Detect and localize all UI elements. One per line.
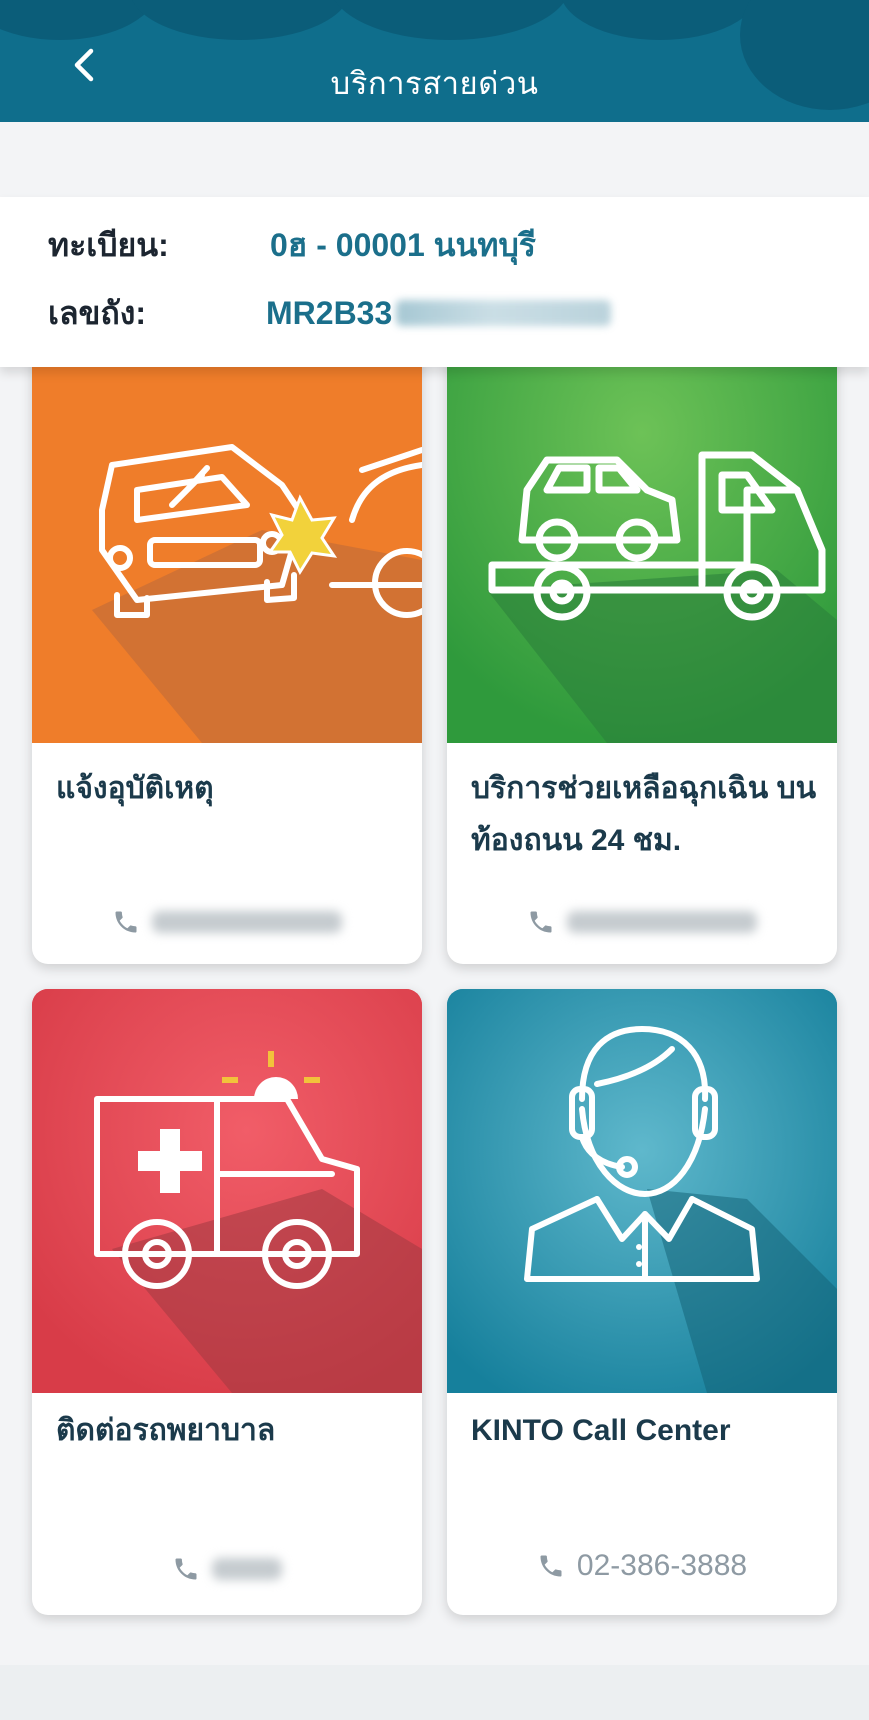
call-center-illustration [447,989,837,1393]
header-cloud-decoration [560,0,760,40]
vin-label: เลขถัง: [48,294,147,331]
vin-redacted [396,300,612,326]
plate-row: ทะเบียน: 0ฮ - 00001 นนทบุรี [48,223,536,267]
redacted-phone-number [152,911,342,933]
service-phone[interactable] [32,908,422,936]
service-title: แจ้งอุบัติเหตุ [56,772,214,805]
redacted-phone-number [212,1558,282,1580]
vin-value: MR2B33 [266,294,393,331]
page-title: บริการสายด่วน [330,66,539,101]
header-cloud-decoration [130,0,350,40]
phone-icon [527,908,555,936]
bottom-area [0,1665,869,1720]
phone-icon [537,1552,565,1580]
header-cloud-decoration [330,0,570,40]
vin-row: เลขถัง: MR2B33 [48,291,612,335]
ambulance-illustration [32,989,422,1393]
phone-icon [112,908,140,936]
service-phone[interactable]: 02-386-3888 [447,1549,837,1583]
service-title: KINTO Call Center [471,1414,731,1447]
phone-number: 02-386-3888 [576,1549,748,1582]
service-phone[interactable] [32,1555,422,1583]
phone-icon [172,1555,200,1583]
service-phone[interactable] [447,908,837,936]
vehicle-info-panel: ทะเบียน: 0ฮ - 00001 นนทบุรี เลขถัง: MR2B… [0,197,869,367]
plate-value: 0ฮ - 00001 นนทบุรี [270,226,536,263]
plate-label: ทะเบียน: [48,226,169,263]
service-title: ติดต่อรถพยาบาล [56,1414,276,1447]
redacted-phone-number [567,911,757,933]
service-card-roadside-assistance[interactable]: บริการช่วยเหลือฉุกเฉิน บนท้องถนน 24 ชม. [447,300,837,964]
service-title: บริการช่วยเหลือฉุกเฉิน บนท้องถนน 24 ชม. [471,772,817,857]
service-card-call-center[interactable]: KINTO Call Center 02-386-3888 [447,989,837,1615]
service-card-ambulance[interactable]: ติดต่อรถพยาบาล [32,989,422,1615]
app-header: บริการสายด่วน [0,0,869,122]
service-card-accident[interactable]: แจ้งอุบัติเหตุ [32,300,422,964]
